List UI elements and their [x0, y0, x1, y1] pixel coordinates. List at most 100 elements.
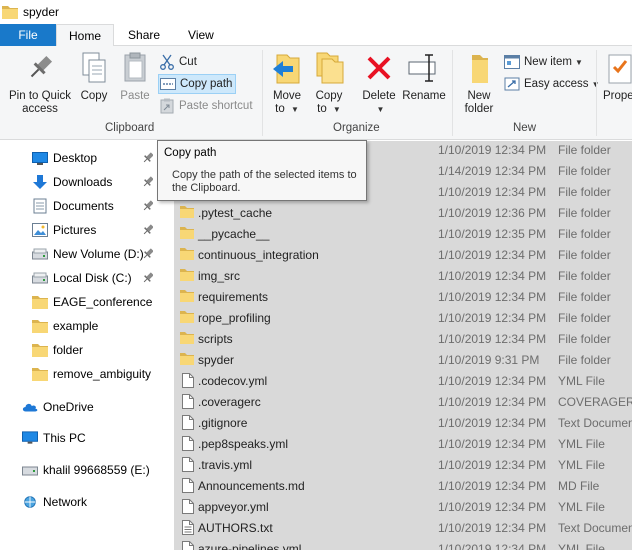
file-name: AUTHORS.txt: [198, 520, 273, 535]
documents-icon: [32, 198, 48, 214]
pin-icon: [143, 176, 154, 188]
easy-access-label: Easy access: [524, 78, 589, 90]
nav-item[interactable]: Downloads: [0, 171, 158, 193]
desktop-icon: [32, 151, 48, 165]
file-date-modified: 1/10/2019 12:34 PM: [438, 436, 547, 451]
new-group-label: New: [513, 122, 537, 134]
file-row[interactable]: requirements 1/10/2019 12:34 PM File folde…: [174, 286, 632, 307]
new-folder-button[interactable]: New folder: [459, 50, 499, 116]
file-type: File folder: [558, 352, 611, 367]
properties-icon: [603, 50, 632, 86]
file-row[interactable]: __pycache__ 1/10/2019 12:35 PM File folder: [174, 223, 632, 244]
file-row[interactable]: Announcements.md 1/10/2019 12:34 PM MD Fil…: [174, 475, 632, 496]
file-row[interactable]: scripts 1/10/2019 12:34 PM File folder: [174, 328, 632, 349]
file-date-modified: 1/10/2019 12:35 PM: [438, 226, 547, 241]
pin-icon: [143, 272, 154, 284]
file-name: Announcements.md: [198, 478, 305, 493]
nav-item-label: Pictures: [53, 223, 97, 237]
file-name: spyder: [198, 352, 235, 367]
pin-to-quick-access-button[interactable]: Pin to Quick access: [6, 50, 74, 116]
new-item-button[interactable]: New item ▼: [503, 52, 583, 72]
file-row[interactable]: img_src 1/10/2019 12:34 PM File folder: [174, 265, 632, 286]
easy-access-button[interactable]: Easy access ▼: [503, 74, 599, 94]
folder-icon: [32, 319, 48, 333]
copy-path-tooltip: Copy path Copy the path of the selected …: [157, 140, 367, 201]
copy-path-button[interactable]: Copy path: [158, 74, 237, 94]
file-row[interactable]: continuous_integration 1/10/2019 12:34 PM…: [174, 244, 632, 265]
file-row[interactable]: azure-pipelines.yml 1/10/2019 12:34 PM YML…: [174, 538, 632, 550]
rename-button[interactable]: Rename: [402, 50, 446, 103]
file-row[interactable]: .pep8speaks.yml 1/10/2019 12:34 PM YML Fil…: [174, 433, 632, 454]
tab-share[interactable]: Share: [114, 24, 174, 46]
file-date-modified: 1/10/2019 12:34 PM: [438, 520, 547, 535]
file-row[interactable]: spyder 1/10/2019 9:31 PM File folder: [174, 349, 632, 370]
file-date-modified: 1/10/2019 9:31 PM: [438, 352, 540, 367]
nav-item-label: Documents: [53, 199, 114, 213]
copy-to-button[interactable]: Copy to ▼: [311, 50, 347, 116]
title-bar: spyder: [0, 0, 632, 24]
ribbon-separator: [596, 50, 597, 136]
file-name: img_src: [198, 268, 241, 283]
delete-label: Delete ▼: [362, 90, 396, 114]
file-date-modified: 1/10/2019 12:34 PM: [438, 415, 547, 430]
copy-button[interactable]: Copy: [77, 50, 111, 103]
window-title: spyder: [23, 5, 60, 19]
file-row[interactable]: .travis.yml 1/10/2019 12:34 PM YML File: [174, 454, 632, 475]
file-row[interactable]: appveyor.yml 1/10/2019 12:34 PM YML File: [174, 496, 632, 517]
nav-item[interactable]: khalil 99668559 (E:): [0, 459, 158, 481]
nav-item[interactable]: remove_ambiguity: [0, 363, 158, 385]
nav-item[interactable]: Network: [0, 491, 158, 513]
tab-view[interactable]: View: [174, 24, 228, 46]
folder-icon: [180, 331, 194, 346]
folder-icon: [180, 268, 194, 283]
file-date-modified: 1/10/2019 12:34 PM: [438, 478, 547, 493]
tab-file[interactable]: File: [0, 24, 56, 46]
file-name: .travis.yml: [198, 457, 252, 472]
nav-item[interactable]: OneDrive: [0, 396, 158, 418]
nav-item[interactable]: Pictures: [0, 219, 158, 241]
nav-item[interactable]: example: [0, 315, 158, 337]
nav-item[interactable]: EAGE_conference: [0, 291, 158, 313]
cut-label: Cut: [179, 56, 197, 68]
move-to-button[interactable]: Move to ▼: [269, 50, 305, 116]
paste-shortcut-icon: [158, 98, 176, 114]
file-row[interactable]: .gitignore 1/10/2019 12:34 PM Text Documen: [174, 412, 632, 433]
folder-icon: [32, 367, 48, 381]
file-icon: [182, 478, 196, 493]
file-date-modified: 1/14/2019 12:34 PM: [438, 163, 547, 178]
navigation-pane-scrollbar[interactable]: [158, 141, 174, 550]
file-row[interactable]: .codecov.yml 1/10/2019 12:34 PM YML File: [174, 370, 632, 391]
file-row[interactable]: rope_profiling 1/10/2019 12:34 PM File fol…: [174, 307, 632, 328]
nav-item[interactable]: Documents: [0, 195, 158, 217]
file-date-modified: 1/10/2019 12:34 PM: [438, 310, 547, 325]
file-row[interactable]: .coveragerc 1/10/2019 12:34 PM COVERAGERC: [174, 391, 632, 412]
new-folder-label: New folder: [464, 90, 494, 115]
tab-home[interactable]: Home: [56, 24, 115, 47]
file-type: COVERAGERC: [558, 394, 632, 409]
file-icon: [182, 436, 196, 451]
file-type: File folder: [558, 142, 611, 157]
file-date-modified: 1/10/2019 12:34 PM: [438, 499, 547, 514]
properties-button[interactable]: Prope: [603, 50, 632, 103]
nav-item[interactable]: New Volume (D:): [0, 243, 158, 265]
file-name: .pep8speaks.yml: [198, 436, 289, 451]
nav-item[interactable]: This PC: [0, 427, 158, 449]
delete-button[interactable]: Delete ▼: [358, 50, 400, 116]
paste-shortcut-button[interactable]: Paste shortcut: [158, 96, 253, 116]
nav-item[interactable]: Desktop: [0, 147, 158, 169]
move-to-icon: [270, 50, 304, 86]
nav-item[interactable]: folder: [0, 339, 158, 361]
rename-icon: [407, 50, 441, 86]
cut-button[interactable]: Cut: [158, 52, 197, 72]
paste-button[interactable]: Paste: [118, 50, 152, 103]
new-item-icon: [503, 54, 521, 70]
nav-item[interactable]: Local Disk (C:): [0, 267, 158, 289]
nav-item-label: New Volume (D:): [53, 247, 144, 261]
file-row[interactable]: AUTHORS.txt 1/10/2019 12:34 PM Text Docume…: [174, 517, 632, 538]
folder-icon: [32, 295, 48, 309]
file-row[interactable]: .pytest_cache 1/10/2019 12:36 PM File fold…: [174, 202, 632, 223]
nav-item-label: Local Disk (C:): [53, 271, 132, 285]
file-name: rope_profiling: [198, 310, 271, 325]
folder-icon: [180, 247, 194, 262]
file-type: File folder: [558, 184, 611, 199]
